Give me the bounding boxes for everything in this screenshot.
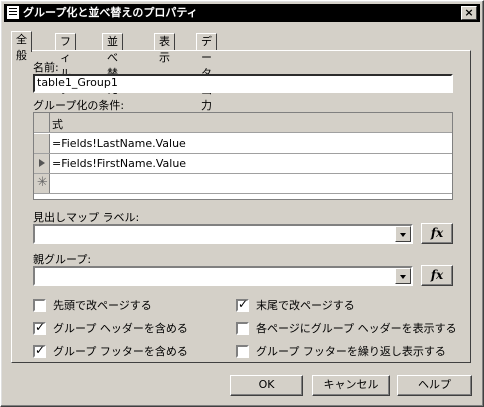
checkbox-label: 末尾で改ページする: [256, 299, 355, 312]
checkbox-label: グループ フッターを繰り返し表示する: [256, 345, 446, 358]
grid-header-row: 式: [34, 113, 452, 133]
cancel-button[interactable]: キャンセル: [312, 375, 390, 396]
tab-filter[interactable]: フィルタ: [55, 33, 76, 96]
title-bar: グループ化と並べ替えのプロパティ ×: [4, 4, 480, 22]
grid-corner: [34, 113, 50, 132]
tab-visibility[interactable]: 表示: [154, 33, 175, 64]
checkbox-label: 各ページにグループ ヘッダーを表示する: [256, 322, 457, 335]
checkbox-box[interactable]: [236, 298, 249, 312]
grid-header-expression: 式: [52, 118, 63, 131]
chevron-down-icon[interactable]: [395, 268, 411, 284]
tab-general[interactable]: 全般: [11, 31, 32, 62]
parent-group-expression-button[interactable]: fx: [421, 265, 453, 286]
chevron-down-icon[interactable]: [395, 226, 411, 242]
new-row-asterisk-icon: ✳: [37, 175, 48, 190]
tab-data-output[interactable]: データ出力: [196, 33, 217, 112]
checkbox-label: グループ ヘッダーを含める: [53, 322, 188, 335]
row-selector[interactable]: [34, 134, 50, 153]
document-map-expression-button[interactable]: fx: [421, 223, 453, 244]
current-row-arrow-icon: [39, 159, 45, 167]
checkbox-box[interactable]: [236, 322, 249, 335]
checkbox-box[interactable]: [236, 345, 249, 358]
group-expression-grid: 式 =Fields!LastName.Value =Fields!FirstNa…: [33, 112, 453, 200]
row-selector[interactable]: ✳: [34, 174, 50, 193]
group-expression-label: グループ化の条件:: [33, 99, 125, 112]
checkbox-box[interactable]: [33, 321, 46, 335]
name-input[interactable]: table1_Group1: [33, 74, 453, 93]
document-map-label: 見出しマップ ラベル:: [33, 211, 140, 224]
dialog-title: グループ化と並べ替えのプロパティ: [23, 6, 198, 19]
checkbox-box[interactable]: [33, 299, 46, 312]
close-button[interactable]: ×: [461, 6, 477, 20]
expression-cell[interactable]: =Fields!FirstName.Value: [52, 157, 186, 170]
document-map-combo[interactable]: [33, 224, 413, 244]
tab-sort[interactable]: 並べ替え: [102, 33, 123, 96]
dialog-app-icon: [7, 6, 19, 19]
table-row[interactable]: =Fields!LastName.Value: [34, 134, 452, 154]
checkbox-label: グループ フッターを含める: [53, 345, 188, 358]
table-row[interactable]: =Fields!FirstName.Value: [34, 154, 452, 174]
expression-cell[interactable]: =Fields!LastName.Value: [52, 137, 186, 150]
new-table-row[interactable]: ✳: [34, 174, 452, 194]
checkbox-label: 先頭で改ページする: [53, 299, 152, 312]
row-selector[interactable]: [34, 154, 50, 173]
checkbox-box[interactable]: [33, 344, 46, 358]
ok-button[interactable]: OK: [230, 375, 303, 396]
name-label: 名前:: [33, 61, 59, 74]
properties-dialog: グループ化と並べ替えのプロパティ × 全般 フィルタ 並べ替え 表示 データ出力…: [0, 0, 484, 407]
help-button[interactable]: ヘルプ: [397, 375, 472, 396]
parent-group-combo[interactable]: [33, 266, 413, 286]
parent-group-label: 親グループ:: [33, 253, 92, 266]
